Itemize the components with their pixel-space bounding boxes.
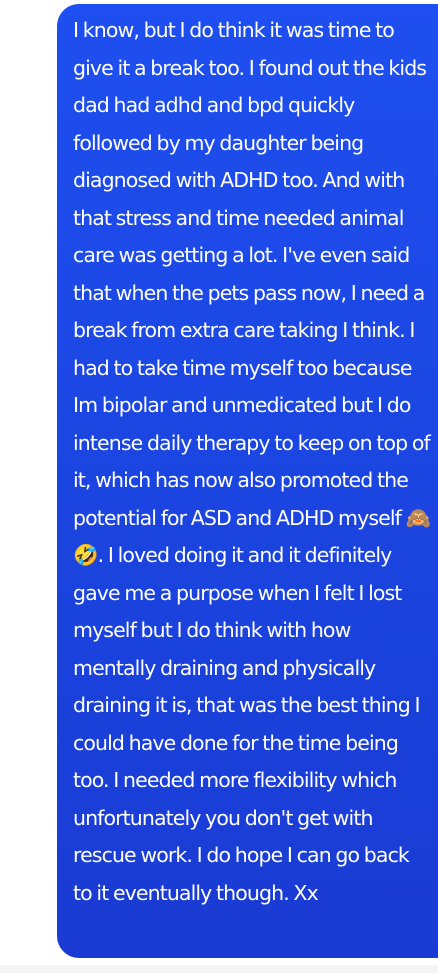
sent-message-bubble[interactable]: I know, but I do think it was time to gi… <box>57 4 438 958</box>
bottom-edge <box>0 965 438 973</box>
message-text: I know, but I do think it was time to gi… <box>73 18 431 905</box>
